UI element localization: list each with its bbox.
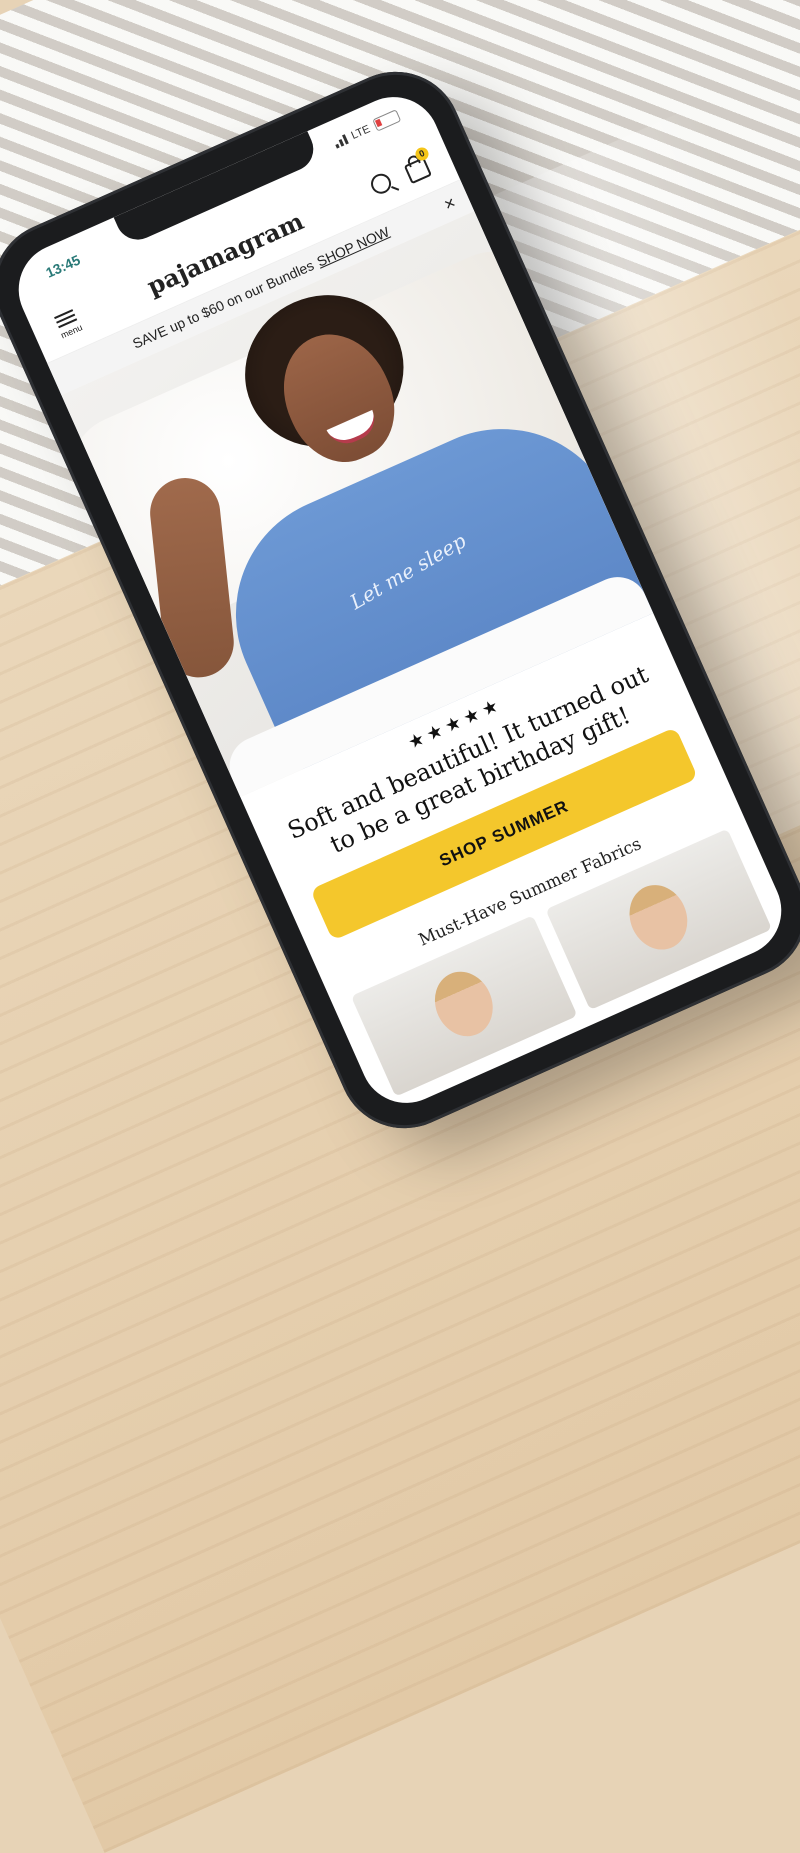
signal-icon	[332, 133, 349, 149]
battery-icon	[372, 109, 402, 132]
search-icon[interactable]	[367, 170, 395, 197]
shopping-bag-icon[interactable]: 0	[403, 145, 433, 185]
network-label: LTE	[349, 122, 372, 142]
model-photo	[618, 875, 697, 960]
status-time: 13:45	[43, 251, 83, 281]
status-indicators: LTE	[332, 109, 402, 149]
model-photo	[424, 962, 503, 1046]
cart-count-badge: 0	[413, 145, 431, 163]
menu-button[interactable]: menu	[52, 306, 84, 340]
header-actions: 0	[367, 145, 433, 200]
close-icon[interactable]: ×	[441, 192, 459, 215]
